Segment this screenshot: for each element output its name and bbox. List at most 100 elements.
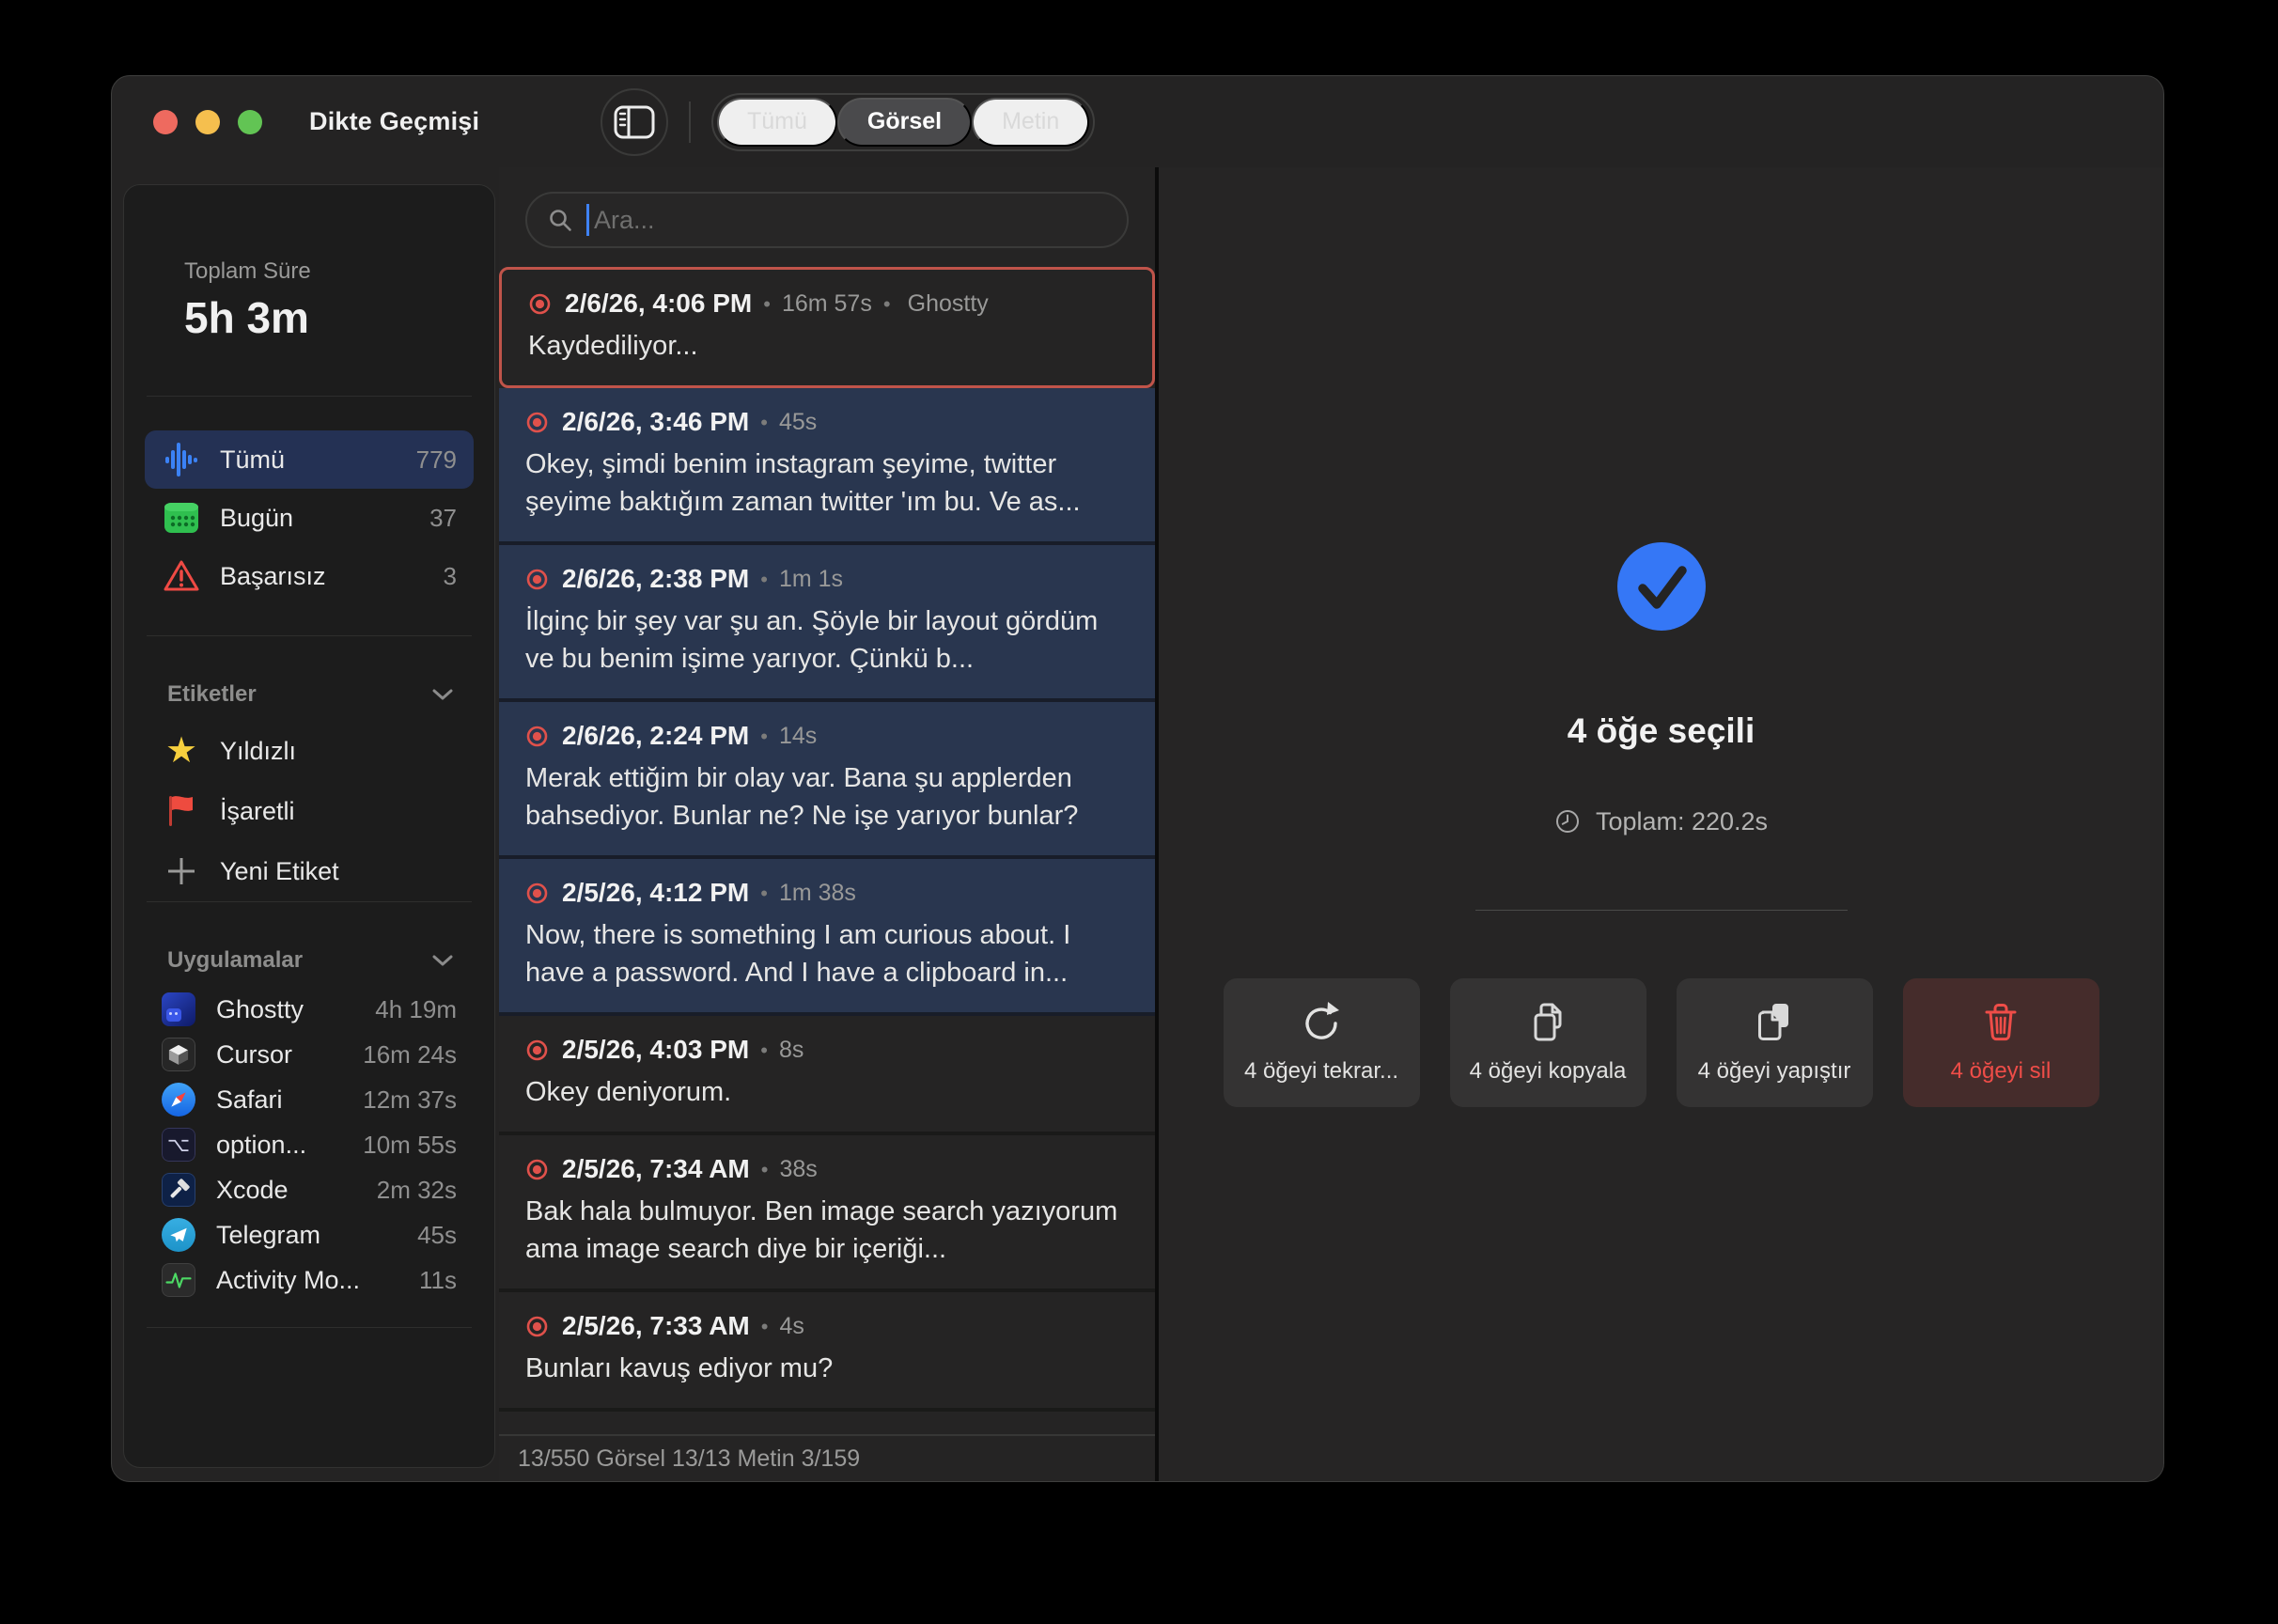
app-label: option...: [216, 1131, 363, 1160]
history-entry[interactable]: 2/5/26, 7:33 AM 4s Bunları kavuş ediyor …: [499, 1292, 1155, 1412]
selection-total-text: Toplam: 220.2s: [1596, 807, 1768, 836]
history-list-column: 2/6/26, 4:06 PM 16m 57s Ghostty Kaydedil…: [499, 167, 1155, 1481]
entry-duration: 4s: [750, 1313, 804, 1340]
sidebar-nav-item[interactable]: Başarısız 3: [145, 547, 474, 605]
tag-item[interactable]: İşaretli: [145, 781, 474, 841]
sidebar-nav-item[interactable]: Bugün 37: [145, 489, 474, 547]
app-item[interactable]: Ghostty 4h 19m: [145, 987, 474, 1032]
app-label: Activity Mo...: [216, 1266, 419, 1295]
app-label: Ghostty: [216, 995, 375, 1024]
action-button-label: 4 öğeyi sil: [1951, 1058, 2052, 1085]
detail-divider: [1475, 910, 1848, 911]
search-area: [499, 167, 1155, 267]
selection-action-button[interactable]: 4 öğeyi sil: [1903, 978, 2099, 1107]
app-duration: 12m 37s: [363, 1085, 457, 1115]
entry-date: 2/6/26, 2:38 PM: [562, 564, 749, 594]
tag-label: İşaretli: [220, 797, 457, 826]
minimize-button[interactable]: [195, 110, 220, 134]
selection-action-button[interactable]: 4 öğeyi yapıştır: [1677, 978, 1873, 1107]
sidebar-divider: [147, 901, 472, 902]
app-item[interactable]: Xcode 2m 32s: [145, 1167, 474, 1212]
toolbar: Tümü Görsel Metin: [601, 88, 1095, 156]
checkmark-icon: [1617, 542, 1706, 631]
app-item[interactable]: Cursor 16m 24s: [145, 1032, 474, 1077]
history-entry[interactable]: 2/6/26, 2:38 PM 1m 1s İlginç bir şey var…: [499, 545, 1155, 702]
list-status-text: 13/550 Görsel 13/13 Metin 3/159: [518, 1445, 860, 1473]
toolbar-divider: [689, 102, 691, 143]
tag-item[interactable]: Yeni Etiket: [145, 841, 474, 901]
sidebar-nav-item[interactable]: Tümü 779: [145, 430, 474, 489]
sidebar-nav: Tümü 779 Bugün 37 Başarıs: [124, 397, 494, 605]
sidebar-divider: [147, 635, 472, 636]
sidebar-nav-label: Tümü: [220, 445, 416, 475]
app-label: Safari: [216, 1085, 363, 1115]
tags-list: ★ Yıldızlı İşaretli Yeni Etiket: [124, 708, 494, 901]
selection-action-button[interactable]: 4 öğeyi tekrar...: [1224, 978, 1420, 1107]
filter-segment[interactable]: Görsel: [837, 98, 972, 147]
entry-duration: 8s: [749, 1037, 804, 1064]
entry-text: Okey deniyorum.: [525, 1073, 1129, 1111]
filter-segment[interactable]: Metin: [972, 98, 1089, 147]
record-icon: [525, 1315, 549, 1338]
option-app-icon: ⌥: [162, 1128, 195, 1162]
selection-action-button[interactable]: 4 öğeyi kopyala: [1450, 978, 1646, 1107]
checkmark-badge: [1617, 542, 1706, 631]
app-duration: 16m 24s: [363, 1040, 457, 1070]
chevron-down-icon[interactable]: [432, 689, 453, 700]
entry-text: Bak hala bulmuyor. Ben image search yazı…: [525, 1193, 1129, 1268]
list-status-bar: 13/550 Görsel 13/13 Metin 3/159: [499, 1434, 1155, 1481]
safari-app-icon: [162, 1083, 195, 1116]
telegram-app-icon: [162, 1218, 195, 1252]
app-label: Xcode: [216, 1176, 377, 1205]
sidebar-nav-label: Bugün: [220, 504, 429, 533]
sidebar-nav-count: 779: [416, 445, 457, 475]
tag-item[interactable]: ★ Yıldızlı: [145, 721, 474, 781]
app-item[interactable]: ⌥ option... 10m 55s: [145, 1122, 474, 1167]
history-entry[interactable]: 2/5/26, 4:03 PM 8s Okey deniyorum.: [499, 1016, 1155, 1135]
record-icon: [525, 1038, 549, 1062]
sidebar-toggle-icon: [614, 105, 655, 139]
apps-header-label: Uygulamalar: [167, 947, 303, 974]
search-icon: [548, 208, 573, 233]
history-entry[interactable]: 2/6/26, 4:06 PM 16m 57s Ghostty Kaydedil…: [499, 267, 1155, 388]
entry-duration: 38s: [750, 1156, 818, 1183]
action-button-label: 4 öğeyi yapıştır: [1698, 1058, 1851, 1085]
close-button[interactable]: [153, 110, 178, 134]
tag-label: Yeni Etiket: [220, 857, 457, 886]
entry-date: 2/5/26, 4:12 PM: [562, 878, 749, 908]
record-icon: [525, 411, 549, 434]
entry-text: Kaydediliyor...: [528, 327, 1126, 365]
window-controls: [153, 110, 262, 134]
sidebar-toggle-button[interactable]: [601, 88, 668, 156]
app-duration: 10m 55s: [363, 1131, 457, 1160]
waveform-icon: [162, 439, 201, 480]
chevron-down-icon[interactable]: [432, 955, 453, 966]
search-field[interactable]: [525, 192, 1129, 248]
paste-icon: [1752, 1000, 1797, 1045]
entry-date: 2/5/26, 7:34 AM: [562, 1154, 750, 1184]
history-entry[interactable]: 2/6/26, 3:46 PM 45s Okey, şimdi benim in…: [499, 388, 1155, 545]
record-icon: [525, 1158, 549, 1181]
entry-duration: 1m 38s: [749, 880, 856, 907]
entry-date: 2/6/26, 4:06 PM: [565, 289, 752, 319]
filter-segment[interactable]: Tümü: [717, 98, 837, 147]
tags-header-label: Etiketler: [167, 681, 257, 708]
record-icon: [528, 292, 552, 316]
zoom-button[interactable]: [238, 110, 262, 134]
star-icon: ★: [162, 733, 201, 769]
ghostty-app-icon: [162, 992, 195, 1026]
history-entry[interactable]: 2/5/26, 7:34 AM 38s Bak hala bulmuyor. B…: [499, 1135, 1155, 1292]
title-bar: Dikte Geçmişi Tümü: [112, 76, 2163, 167]
sidebar-nav-count: 37: [429, 504, 457, 533]
text-caret: [586, 204, 589, 236]
history-entry[interactable]: 2/5/26, 4:12 PM 1m 38s Now, there is som…: [499, 859, 1155, 1016]
total-duration-block: Toplam Süre 5h 3m: [124, 185, 494, 343]
apps-list: Ghostty 4h 19m Cursor 16m 24s: [124, 974, 494, 1303]
search-input[interactable]: [594, 206, 1108, 235]
history-entry[interactable]: 2/6/26, 2:24 PM 14s Merak ettiğim bir ol…: [499, 702, 1155, 859]
app-item[interactable]: Telegram 45s: [145, 1212, 474, 1257]
app-item[interactable]: Safari 12m 37s: [145, 1077, 474, 1122]
app-duration: 4h 19m: [375, 995, 457, 1024]
plus-icon: [162, 855, 201, 887]
app-item[interactable]: Activity Mo... 11s: [145, 1257, 474, 1303]
